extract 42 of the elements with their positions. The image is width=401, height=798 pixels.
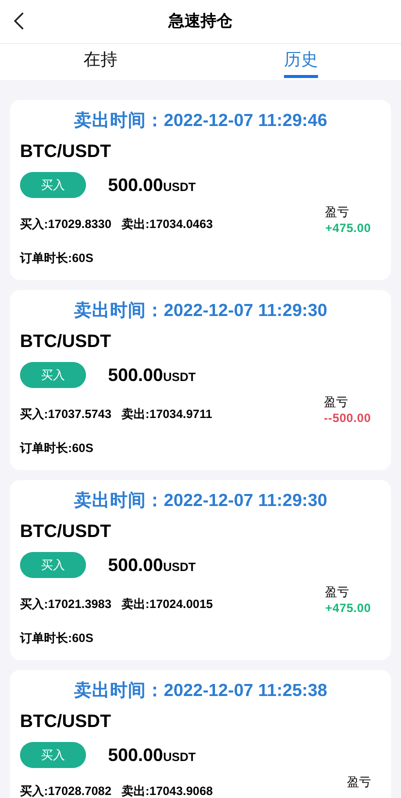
amount-unit: USDT bbox=[163, 560, 196, 574]
order-duration: 订单时长:60S bbox=[20, 440, 94, 457]
amount-unit: USDT bbox=[163, 180, 196, 194]
buy-price: 买入:17021.3983 bbox=[20, 596, 112, 612]
pnl-value: +475.00 bbox=[325, 221, 371, 235]
buy-price: 买入:17037.5743 bbox=[20, 406, 112, 422]
pnl-label: 盈亏 bbox=[325, 204, 350, 221]
tab[interactable]: 在持 bbox=[83, 50, 118, 78]
buy-button[interactable]: 买入 bbox=[20, 362, 86, 388]
buy-price: 买入:17028.7082 bbox=[20, 783, 112, 798]
order-amount: 500.00 bbox=[108, 174, 164, 196]
sell-price: 卖出:17034.0463 bbox=[121, 216, 213, 232]
buy-button[interactable]: 买入 bbox=[20, 742, 86, 768]
pnl-label: 盈亏 bbox=[347, 774, 371, 791]
order-amount: 500.00 bbox=[108, 554, 164, 576]
sell-time: 卖出时间：2022-12-07 11:29:30 bbox=[72, 489, 328, 512]
order-amount: 500.00 bbox=[108, 744, 164, 766]
pnl-value: --500.00 bbox=[324, 411, 371, 425]
trading-pair: BTC/USDT bbox=[20, 520, 111, 542]
pnl-label: 盈亏 bbox=[325, 584, 350, 601]
trading-pair: BTC/USDT bbox=[20, 330, 111, 352]
order-duration: 订单时长:60S bbox=[20, 250, 94, 267]
tab[interactable]: 历史 bbox=[284, 50, 318, 78]
order-amount: 500.00 bbox=[108, 364, 164, 386]
buy-price: 买入:17029.8330 bbox=[20, 216, 112, 232]
buy-button[interactable]: 买入 bbox=[20, 172, 86, 198]
order-duration: 订单时长:60S bbox=[20, 630, 94, 647]
sell-time: 卖出时间：2022-12-07 11:29:30 bbox=[72, 299, 328, 322]
sell-price: 卖出:17034.9711 bbox=[121, 406, 212, 422]
pnl-value: +475.00 bbox=[325, 601, 371, 615]
back-icon[interactable] bbox=[12, 11, 26, 31]
buy-button[interactable]: 买入 bbox=[20, 552, 86, 578]
trading-pair: BTC/USDT bbox=[20, 140, 111, 162]
amount-unit: USDT bbox=[163, 370, 196, 384]
trading-pair: BTC/USDT bbox=[20, 710, 111, 732]
sell-time: 卖出时间：2022-12-07 11:25:38 bbox=[72, 679, 328, 702]
sell-price: 卖出:17043.9068 bbox=[121, 783, 213, 798]
sell-time: 卖出时间：2022-12-07 11:29:46 bbox=[72, 109, 328, 132]
sell-price: 卖出:17024.0015 bbox=[121, 596, 213, 612]
amount-unit: USDT bbox=[163, 750, 196, 764]
page-title: 急速持仓 bbox=[168, 12, 232, 32]
pnl-label: 盈亏 bbox=[324, 394, 348, 411]
